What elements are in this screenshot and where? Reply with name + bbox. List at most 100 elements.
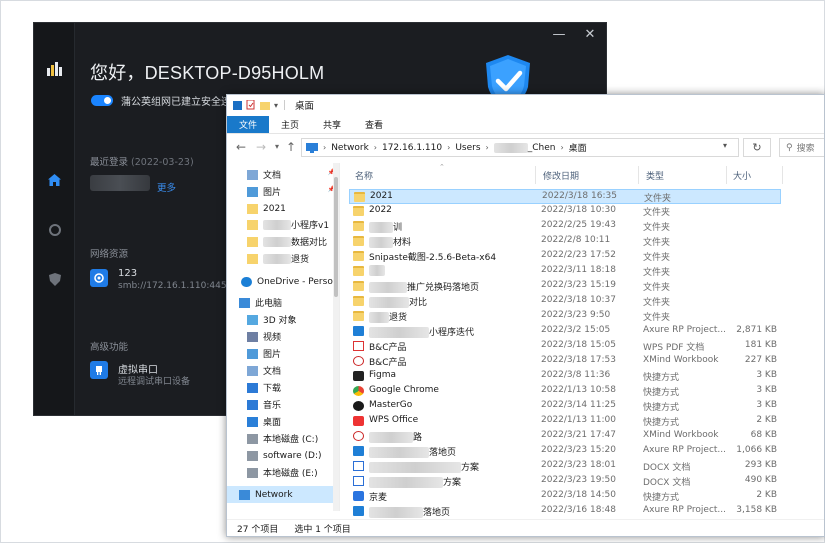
file-row[interactable]: 落地页 2022/3/16 18:48 Axure RP Project... 3,1… xyxy=(349,504,781,518)
column-separator[interactable] xyxy=(726,166,727,184)
tab-share[interactable]: 共享 xyxy=(311,116,353,133)
nav-item[interactable]: 文档 xyxy=(227,362,339,379)
address-bar[interactable]: › Network › 172.16.1.110 › Users › _Chen… xyxy=(301,138,739,157)
file-row[interactable]: B&C产品 2022/3/18 17:53 XMind Workbook 227 KB xyxy=(349,354,781,369)
file-row[interactable]: 落地页 2022/3/23 15:20 Axure RP Project... 1,0… xyxy=(349,444,781,459)
home-icon[interactable] xyxy=(46,171,63,188)
tab-view[interactable]: 查看 xyxy=(353,116,395,133)
nav-item[interactable]: 3D 对象 xyxy=(227,311,339,328)
column-separator[interactable] xyxy=(535,166,536,184)
file-row[interactable]: 路 2022/3/21 17:47 XMind Workbook 68 KB xyxy=(349,429,781,444)
file-date: 2022/3/18 14:50 xyxy=(541,490,616,500)
file-row[interactable]: WPS Office 2022/1/13 11:00 快捷方式 2 KB xyxy=(349,414,781,429)
file-row[interactable]: 对比 2022/3/18 10:37 文件夹 xyxy=(349,294,781,309)
nav-item[interactable]: 本地磁盘 (C:) xyxy=(227,430,339,447)
back-arrow-icon[interactable]: ← xyxy=(233,140,249,154)
file-name-text: 京麦 xyxy=(369,493,388,503)
column-separator[interactable] xyxy=(782,166,783,184)
chrome-icon xyxy=(353,386,364,396)
file-row[interactable]: 2022/3/11 18:18 文件夹 xyxy=(349,264,781,279)
network-icon[interactable] xyxy=(46,221,63,238)
nav-item[interactable]: 下载 xyxy=(227,379,339,396)
file-date: 2022/3/14 11:25 xyxy=(541,400,616,410)
column-header-size[interactable]: 大小 xyxy=(733,166,783,184)
file-row[interactable]: 2021 2022/3/18 16:35 文件夹 xyxy=(349,189,781,204)
nav-item[interactable]: software (D:) xyxy=(227,447,339,464)
file-row[interactable]: 2022 2022/3/18 10:30 文件夹 xyxy=(349,204,781,219)
nav-item[interactable]: 文档 📌 xyxy=(227,166,339,183)
file-row[interactable]: 京麦 2022/3/18 14:50 快捷方式 2 KB xyxy=(349,489,781,504)
file-row[interactable]: Figma 2022/3/8 11:36 快捷方式 3 KB xyxy=(349,369,781,384)
file-name: 方案 xyxy=(369,460,479,473)
serial-port-icon[interactable] xyxy=(90,361,108,379)
new-folder-icon[interactable] xyxy=(260,101,270,110)
file-size: 1,066 KB xyxy=(736,445,777,455)
nav-item[interactable]: 本地磁盘 (E:) xyxy=(227,464,339,481)
column-header-modified[interactable]: 修改日期 xyxy=(543,166,638,184)
nav-item[interactable]: 图片 xyxy=(227,345,339,362)
file-name-text: 落地页 xyxy=(429,448,457,458)
file-date: 2022/3/23 19:50 xyxy=(541,475,616,485)
nav-item-label: 文档 xyxy=(263,367,282,377)
file-row[interactable]: 方案 2022/3/23 19:50 DOCX 文档 490 KB xyxy=(349,474,781,489)
nav-item[interactable]: OneDrive - Perso xyxy=(227,273,339,290)
breadcrumb-user[interactable]: _Chen xyxy=(493,142,555,153)
column-header-type[interactable]: 类型 xyxy=(646,166,726,184)
smb-share-icon[interactable] xyxy=(90,269,108,287)
pane-divider[interactable] xyxy=(339,163,340,511)
nav-item[interactable]: 桌面 xyxy=(227,413,339,430)
redacted-file-name xyxy=(369,447,429,458)
search-input[interactable]: ⚲ 搜索 xyxy=(779,138,824,157)
desktop-icon xyxy=(247,416,258,427)
shield-icon[interactable] xyxy=(46,271,63,288)
nav-item[interactable]: 2021 xyxy=(227,200,339,217)
address-dropdown-icon[interactable]: ▾ xyxy=(723,141,727,150)
file-row[interactable]: 方案 2022/3/23 18:01 DOCX 文档 293 KB xyxy=(349,459,781,474)
file-row[interactable]: 退货 2022/3/23 9:50 文件夹 xyxy=(349,309,781,324)
resource-name[interactable]: 123 xyxy=(118,268,137,279)
tab-home[interactable]: 主页 xyxy=(269,116,311,133)
breadcrumb-network[interactable]: Network xyxy=(331,143,369,153)
file-row[interactable]: MasterGo 2022/3/14 11:25 快捷方式 3 KB xyxy=(349,399,781,414)
crumb-separator: › xyxy=(447,143,451,152)
file-type: 文件夹 xyxy=(643,223,671,233)
breadcrumb-users[interactable]: Users xyxy=(455,143,480,153)
file-row[interactable]: Google Chrome 2022/1/13 10:58 快捷方式 3 KB xyxy=(349,384,781,399)
close-button[interactable]: ✕ xyxy=(580,27,600,43)
more-link[interactable]: 更多 xyxy=(157,180,176,194)
nav-item[interactable]: 此电脑 xyxy=(227,294,339,311)
refresh-button[interactable]: ↻ xyxy=(743,138,771,157)
file-row[interactable]: 训 2022/2/25 19:43 文件夹 xyxy=(349,219,781,234)
tab-file[interactable]: 文件 xyxy=(227,116,270,133)
nav-item[interactable]: 数据对比 xyxy=(227,233,339,250)
minimize-button[interactable]: — xyxy=(549,27,569,43)
device-avatar xyxy=(90,175,150,191)
nav-scrollbar-thumb[interactable] xyxy=(334,177,338,297)
column-header-name[interactable]: 名称 xyxy=(355,166,535,184)
file-type: 文件夹 xyxy=(643,208,671,218)
up-arrow-icon[interactable]: ↑ xyxy=(283,140,299,154)
file-row[interactable]: 推广兑换码落地页 2022/3/23 15:19 文件夹 xyxy=(349,279,781,294)
column-separator[interactable] xyxy=(638,166,639,184)
breadcrumb-host[interactable]: 172.16.1.110 xyxy=(382,143,442,153)
forward-arrow-icon[interactable]: → xyxy=(253,140,269,154)
file-row[interactable]: B&C产品 2022/3/18 15:05 WPS PDF 文档 181 KB xyxy=(349,339,781,354)
file-row[interactable]: 材料 2022/2/8 10:11 文件夹 xyxy=(349,234,781,249)
file-name-text: B&C产品 xyxy=(369,358,407,368)
breadcrumb-desktop[interactable]: 桌面 xyxy=(569,141,587,154)
properties-icon[interactable] xyxy=(246,100,256,110)
redacted-file-name xyxy=(369,222,393,233)
nav-item[interactable]: 音乐 xyxy=(227,396,339,413)
nav-item[interactable]: 小程序v1 xyxy=(227,216,339,233)
nav-item[interactable]: 退货 xyxy=(227,250,339,267)
nav-item[interactable]: Network xyxy=(227,486,339,503)
file-row[interactable]: 小程序迭代 2022/3/2 15:05 Axure RP Project... 2,… xyxy=(349,324,781,339)
connection-toggle[interactable] xyxy=(91,95,113,106)
nav-item-label: 2021 xyxy=(263,203,286,214)
customize-toolbar-icon[interactable]: ▾ xyxy=(274,101,278,110)
file-row[interactable]: Snipaste截图-2.5.6-Beta-x64 2022/2/23 17:52… xyxy=(349,249,781,264)
quick-access-toolbar: ▾ 桌面 xyxy=(227,95,824,115)
nav-item[interactable]: 视频 xyxy=(227,328,339,345)
nav-item[interactable]: 图片 📌 xyxy=(227,183,339,200)
docx-icon xyxy=(353,476,364,486)
